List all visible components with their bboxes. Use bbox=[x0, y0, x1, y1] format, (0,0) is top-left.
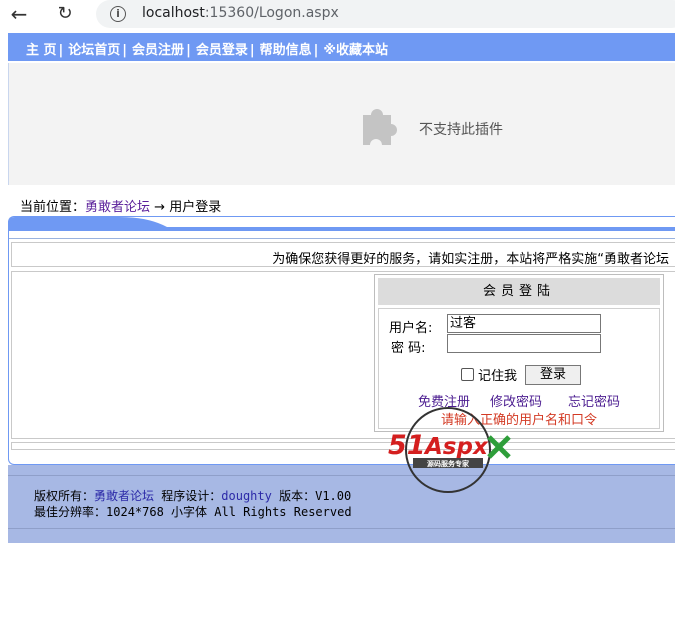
footer: 版权所有：勇敢者论坛 程序设计：doughty 版本：V1.00 最佳分辨率：1… bbox=[8, 465, 675, 543]
panel-header-curve bbox=[9, 217, 675, 231]
svg-text:51: 51 bbox=[388, 430, 426, 461]
browser-toolbar: ← ↻ i localhost:15360/Logon.aspx bbox=[0, 0, 675, 30]
top-nav-bar: 主 页 | 论坛首页 | 会员注册 | 会员登录 | 帮助信息 | ※收藏本站 bbox=[8, 33, 675, 61]
nav-help[interactable]: 帮助信息 bbox=[260, 43, 312, 58]
reload-icon[interactable]: ↻ bbox=[52, 2, 78, 26]
footer-forum-link[interactable]: 勇敢者论坛 bbox=[94, 489, 154, 503]
footer-text: 版权所有：勇敢者论坛 程序设计：doughty 版本：V1.00 最佳分辨率：1… bbox=[34, 489, 352, 519]
login-title: 会员登陆 bbox=[378, 278, 660, 305]
notice-row: 为确保您获得更好的服务，请如实注册，本站将严格实施“勇敢者论坛 bbox=[11, 242, 675, 267]
puzzle-piece-icon bbox=[363, 109, 397, 145]
svg-text:Aspx: Aspx bbox=[423, 434, 489, 460]
arrow-right-icon: → bbox=[154, 200, 166, 215]
content-row: 会员登陆 用户名: 过客 密 码: 记住我 登录 免费注册 修改密码 忘记密码 请输… bbox=[11, 271, 675, 439]
registration-notice: 为确保您获得更好的服务，请如实注册，本站将严格实施“勇敢者论坛 bbox=[272, 252, 669, 267]
info-icon[interactable]: i bbox=[110, 6, 126, 22]
logo-tagline: 源码服务专家 bbox=[427, 459, 470, 468]
nav-home[interactable]: 主 页 bbox=[26, 43, 57, 58]
footer-designer-link[interactable]: doughty bbox=[221, 489, 272, 503]
url-text[interactable]: localhost:15360/Logon.aspx bbox=[142, 5, 339, 21]
remember-me[interactable]: 记住我 bbox=[461, 365, 517, 384]
password-label: 密 码: bbox=[391, 341, 426, 356]
51aspx-logo-watermark: 51 Aspx 源码服务专家 bbox=[388, 407, 511, 493]
username-input[interactable]: 过客 bbox=[447, 314, 601, 333]
back-arrow-icon[interactable]: ← bbox=[6, 2, 32, 26]
forgot-password-link[interactable]: 忘记密码 bbox=[568, 395, 620, 410]
nav-register[interactable]: 会员注册 bbox=[132, 43, 184, 58]
breadcrumb-forum-link[interactable]: 勇敢者论坛 bbox=[85, 200, 150, 215]
nav-login[interactable]: 会员登录 bbox=[196, 43, 248, 58]
breadcrumb: 当前位置：勇敢者论坛 → 用户登录 bbox=[20, 200, 222, 215]
breadcrumb-current: 用户登录 bbox=[169, 200, 222, 215]
remember-label: 记住我 bbox=[478, 369, 518, 384]
address-bar[interactable]: i localhost:15360/Logon.aspx bbox=[96, 0, 675, 28]
plugin-unsupported-text: 不支持此插件 bbox=[419, 122, 503, 138]
login-panel-frame: 为确保您获得更好的服务，请如实注册，本站将严格实施“勇敢者论坛 会员登陆 用户名… bbox=[8, 216, 675, 465]
remember-checkbox[interactable] bbox=[461, 368, 474, 381]
page-body: 主 页 | 论坛首页 | 会员注册 | 会员登录 | 帮助信息 | ※收藏本站 不支持此插件 当前位… bbox=[8, 33, 675, 543]
username-label: 用户名: bbox=[389, 321, 433, 336]
password-input[interactable] bbox=[447, 334, 601, 353]
login-button[interactable]: 登录 bbox=[525, 365, 581, 385]
plugin-placeholder: 不支持此插件 bbox=[8, 63, 675, 185]
nav-forum-home[interactable]: 论坛首页 bbox=[68, 43, 120, 58]
nav-bookmark[interactable]: ※收藏本站 bbox=[323, 43, 388, 58]
